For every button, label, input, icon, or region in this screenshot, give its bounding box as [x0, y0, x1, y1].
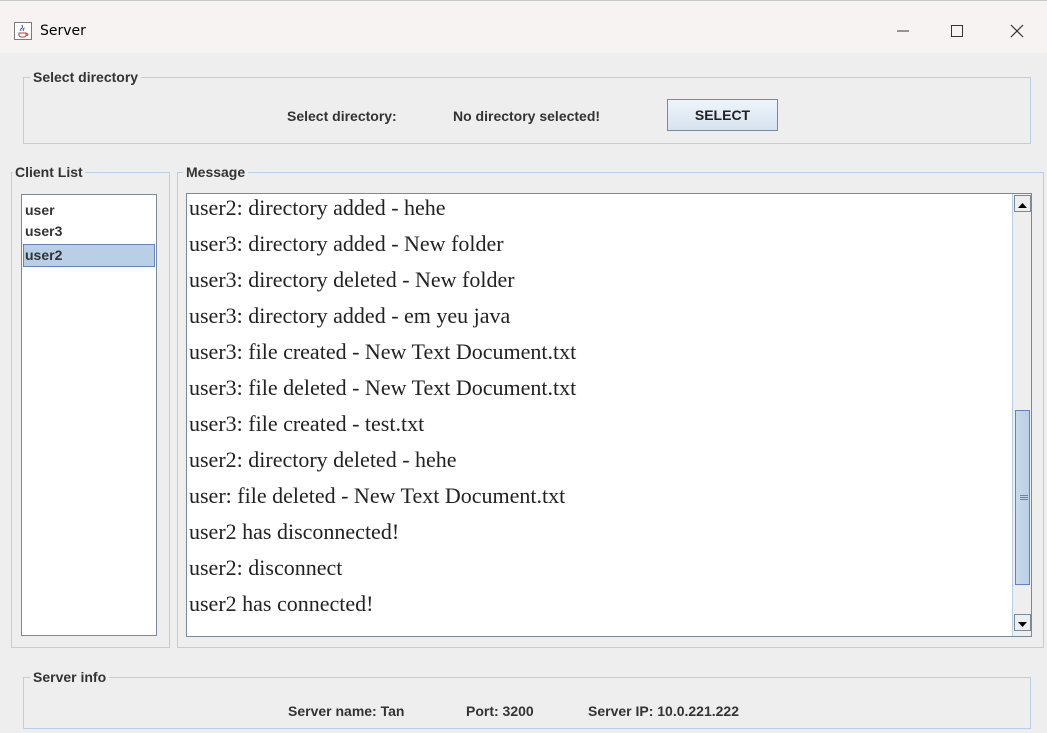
message-line: user2 has disconnected! — [189, 519, 400, 544]
message-line: user2: disconnect — [189, 555, 343, 580]
close-button[interactable] — [994, 13, 1040, 49]
minimize-button[interactable] — [880, 13, 926, 49]
client-item-user3[interactable]: user3 — [23, 220, 155, 243]
select-directory-label: Select directory: — [287, 108, 397, 124]
server-port: Port: 3200 — [466, 703, 534, 719]
message-line: user3: file deleted - New Text Document.… — [189, 375, 577, 400]
minimize-icon — [897, 25, 909, 37]
server-ip: Server IP: 10.0.221.222 — [588, 703, 740, 719]
arrow-down-icon — [1018, 614, 1027, 632]
message-line: user3: directory deleted - New folder — [189, 267, 515, 292]
message-line: user3: file created - test.txt — [189, 411, 425, 436]
window-title: Server — [40, 23, 86, 39]
client-item-user[interactable]: user — [23, 199, 155, 222]
scroll-thumb[interactable] — [1015, 410, 1030, 585]
select-directory-group-title: Select directory — [30, 69, 142, 85]
directory-status: No directory selected! — [453, 108, 601, 124]
arrow-up-icon — [1018, 195, 1027, 213]
message-line: user3: directory added - New folder — [189, 231, 504, 256]
title-bar: Server — [0, 0, 1047, 53]
message-line: user2: directory added - hehe — [189, 195, 446, 220]
server-name: Server name: Tan — [288, 703, 405, 719]
message-line: user3: directory added - em yeu java — [189, 303, 511, 328]
client-list[interactable]: user user3 user2 — [21, 194, 157, 636]
maximize-icon — [951, 25, 963, 37]
message-line: user2 has connected! — [189, 591, 374, 616]
message-line: user2: directory deleted - hehe — [189, 447, 457, 472]
message-group-title: Message — [183, 164, 249, 180]
message-line: user3: file created - New Text Document.… — [189, 339, 577, 364]
server-info-group-title: Server info — [30, 669, 110, 685]
java-cup-icon — [14, 22, 32, 40]
maximize-button[interactable] — [934, 13, 980, 49]
message-log[interactable]: user2: directory added - hehe user3: dir… — [186, 193, 1032, 637]
message-line: user: file deleted - New Text Document.t… — [189, 483, 566, 508]
close-icon — [1010, 24, 1024, 38]
vertical-scrollbar[interactable] — [1012, 194, 1031, 636]
select-button[interactable]: SELECT — [667, 99, 778, 131]
client-item-user2[interactable]: user2 — [23, 244, 155, 267]
client-list-group-title: Client List — [13, 164, 85, 180]
scroll-up-button[interactable] — [1014, 195, 1031, 212]
scroll-down-button[interactable] — [1014, 614, 1031, 631]
message-lines: user2: directory added - hehe user3: dir… — [187, 194, 1012, 636]
